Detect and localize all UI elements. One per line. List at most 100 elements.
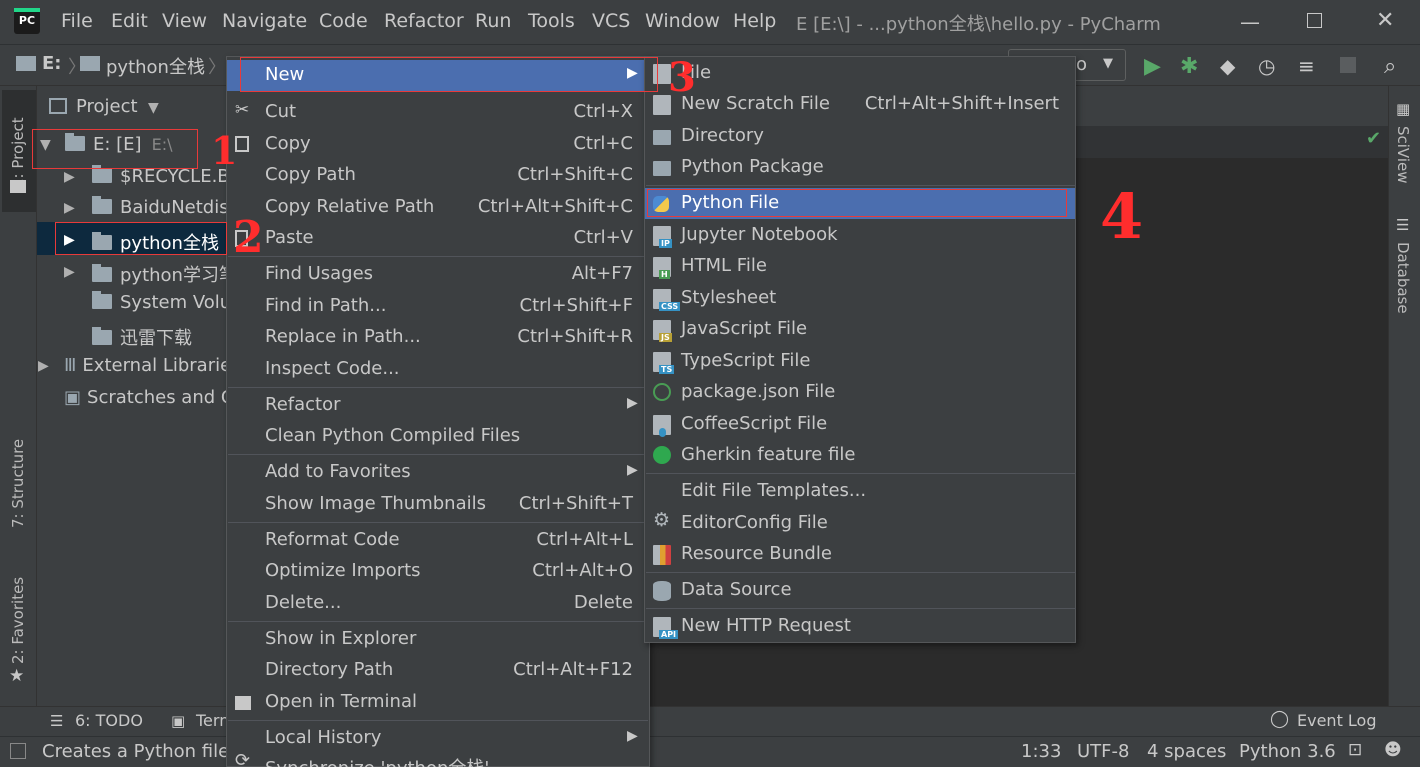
project-view-icon (49, 98, 67, 114)
profile-icon[interactable]: ◷ (1258, 54, 1275, 78)
submenu-item-stylesheet[interactable]: CSS Stylesheet (645, 283, 1075, 314)
submenu-item-gherkin-file[interactable]: Gherkin feature file (645, 440, 1075, 471)
chevron-right-icon: ▶ (627, 728, 638, 744)
menu-code[interactable]: Code (319, 10, 368, 32)
tab-todo[interactable]: 6: TODO (75, 711, 143, 730)
menu-item-show-thumbnails[interactable]: Show Image Thumbnails Ctrl+Shift+T (227, 489, 649, 520)
submenu-item-javascript-file[interactable]: JS JavaScript File (645, 314, 1075, 345)
minimize-icon[interactable]: — (1240, 10, 1260, 34)
submenu-item-file[interactable]: File (645, 58, 1075, 89)
collapse-icon[interactable]: ▶ (64, 169, 75, 185)
menu-item-copy-relative-path[interactable]: Copy Relative Path Ctrl+Alt+Shift+C (227, 192, 649, 223)
collapse-icon[interactable]: ▶ (64, 200, 75, 216)
run-icon[interactable]: ▶ (1144, 54, 1161, 79)
menu-item-optimize-imports[interactable]: Optimize Imports Ctrl+Alt+O (227, 556, 649, 587)
status-encoding[interactable]: UTF-8 (1077, 741, 1129, 762)
menu-item-replace-in-path[interactable]: Replace in Path... Ctrl+Shift+R (227, 322, 649, 353)
menu-item-find-usages[interactable]: Find Usages Alt+F7 (227, 259, 649, 290)
tab-sciview[interactable]: SciView (1394, 126, 1412, 184)
breadcrumb-separator-icon: 〉 (208, 57, 226, 78)
submenu-item-editorconfig-file[interactable]: ⚙ EditorConfig File (645, 508, 1075, 539)
submenu-item-coffeescript-file[interactable]: CoffeeScript File (645, 409, 1075, 440)
menu-item-show-in-explorer[interactable]: Show in Explorer (227, 624, 649, 655)
menu-view[interactable]: View (162, 10, 207, 32)
status-position[interactable]: 1:33 (1021, 741, 1061, 762)
menu-edit[interactable]: Edit (111, 10, 148, 32)
submenu-item-jupyter-notebook[interactable]: IP Jupyter Notebook (645, 220, 1075, 251)
tab-structure[interactable]: 7: Structure (9, 428, 27, 528)
submenu-item-edit-file-templates[interactable]: Edit File Templates... (645, 476, 1075, 507)
jupyter-icon: IP (653, 226, 672, 248)
tree-item[interactable]: python学习笔 (92, 261, 237, 287)
search-icon[interactable]: ⌕ (1384, 54, 1396, 79)
concurrency-icon[interactable]: ≡ (1298, 54, 1315, 78)
gherkin-icon (653, 446, 671, 464)
tab-event-log[interactable]: Event Log (1297, 711, 1377, 730)
menu-item-directory-path[interactable]: Directory Path Ctrl+Alt+F12 (227, 655, 649, 686)
maximize-icon[interactable] (1307, 13, 1322, 28)
menu-item-copy-path[interactable]: Copy Path Ctrl+Shift+C (227, 160, 649, 191)
menu-item-paste[interactable]: Paste Ctrl+V (227, 223, 649, 254)
status-toggle-icon[interactable] (10, 743, 26, 759)
window-title: E [E:\] - ...python全栈\hello.py - PyCharm (796, 14, 1161, 35)
status-indent[interactable]: 4 spaces (1147, 741, 1226, 762)
submenu-item-new-http-request[interactable]: API New HTTP Request (645, 611, 1075, 642)
menu-refactor[interactable]: Refactor (384, 10, 464, 32)
submenu-item-typescript-file[interactable]: TS TypeScript File (645, 346, 1075, 377)
menu-run[interactable]: Run (475, 10, 511, 32)
collapse-icon[interactable]: ▶ (38, 358, 49, 374)
submenu-item-new-scratch-file[interactable]: New Scratch File Ctrl+Alt+Shift+Insert (645, 89, 1075, 120)
menu-item-delete[interactable]: Delete... Delete (227, 588, 649, 619)
menu-item-synchronize[interactable]: ⟳Synchronize 'python全栈' (227, 754, 649, 767)
menu-help[interactable]: Help (733, 10, 776, 32)
tab-project[interactable]: 1: Project (9, 98, 27, 188)
submenu-item-html-file[interactable]: H HTML File (645, 251, 1075, 282)
tree-item[interactable]: BaiduNetdis (92, 196, 229, 218)
close-icon[interactable]: ✕ (1376, 8, 1394, 33)
scratches-icon: ▣ (64, 387, 82, 408)
menu-item-cut[interactable]: ✂ Cut Ctrl+X (227, 97, 649, 128)
tree-external-libraries[interactable]: Ⅲ External Librarie (64, 355, 231, 376)
tree-item[interactable]: 迅雷下载 (92, 324, 192, 350)
menu-item-copy[interactable]: Copy Ctrl+C (227, 129, 649, 160)
chevron-down-icon[interactable]: ▼ (148, 100, 159, 116)
stop-icon[interactable] (1340, 57, 1356, 73)
menu-item-inspect-code[interactable]: Inspect Code... (227, 354, 649, 385)
menu-window[interactable]: Window (645, 10, 720, 32)
breadcrumb-folder[interactable]: python全栈 (106, 53, 205, 79)
menu-item-local-history[interactable]: Local History ▶ (227, 723, 649, 754)
menu-item-reformat-code[interactable]: Reformat Code Ctrl+Alt+L (227, 525, 649, 556)
collapse-icon[interactable]: ▶ (64, 264, 75, 280)
menu-item-clean-compiled[interactable]: Clean Python Compiled Files (227, 421, 649, 452)
submenu-item-resource-bundle[interactable]: Resource Bundle (645, 539, 1075, 570)
breadcrumb-drive[interactable]: E: (42, 53, 62, 74)
menu-file[interactable]: File (61, 10, 93, 32)
context-menu: New ▶ ✂ Cut Ctrl+X Copy Ctrl+C Copy Path Ctrl… (226, 56, 650, 767)
lock-icon[interactable]: ⊡ (1348, 740, 1362, 760)
menu-separator (646, 608, 1076, 609)
coverage-icon[interactable]: ◆ (1220, 54, 1235, 78)
menu-navigate[interactable]: Navigate (222, 10, 307, 32)
submenu-item-package-json-file[interactable]: package.json File (645, 377, 1075, 408)
menu-separator (228, 621, 648, 622)
submenu-item-python-package[interactable]: Python Package (645, 152, 1075, 183)
submenu-item-data-source[interactable]: Data Source (645, 575, 1075, 606)
debug-icon[interactable]: ✱ (1180, 54, 1198, 79)
tab-database[interactable]: Database (1394, 242, 1412, 314)
menu-vcs[interactable]: VCS (592, 10, 630, 32)
inspector-icon[interactable]: ☻ (1384, 740, 1402, 760)
folder-icon (92, 196, 112, 214)
menu-separator (646, 473, 1076, 474)
status-interpreter[interactable]: Python 3.6 (1239, 741, 1336, 762)
menu-item-open-terminal[interactable]: Open in Terminal (227, 687, 649, 718)
package-icon (653, 161, 671, 176)
menu-item-add-to-favorites[interactable]: Add to Favorites ▶ (227, 457, 649, 488)
menu-item-refactor[interactable]: Refactor ▶ (227, 390, 649, 421)
tree-item[interactable]: System Volu (92, 291, 231, 313)
submenu-item-directory[interactable]: Directory (645, 121, 1075, 152)
tab-favorites[interactable]: 2: Favorites (9, 572, 27, 664)
tree-scratches[interactable]: ▣ Scratches and C (64, 387, 233, 408)
menu-item-find-in-path[interactable]: Find in Path... Ctrl+Shift+F (227, 291, 649, 322)
menu-tools[interactable]: Tools (528, 10, 575, 32)
project-panel-title[interactable]: Project (76, 96, 138, 117)
